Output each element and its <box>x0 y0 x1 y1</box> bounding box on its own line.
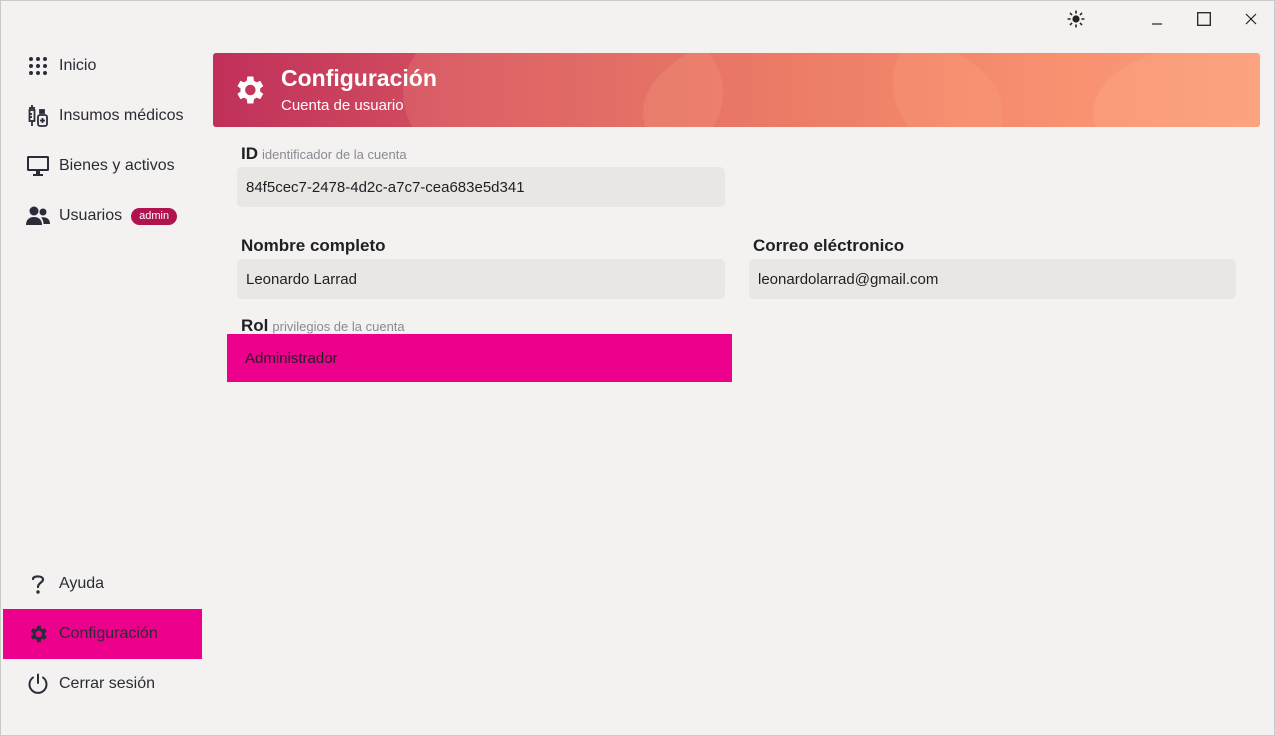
email-field[interactable]: leonardolarrad@gmail.com <box>749 259 1236 299</box>
page-subtitle: Cuenta de usuario <box>281 97 404 114</box>
sidebar-item-label: Ayuda <box>59 575 105 592</box>
medical-supplies-icon <box>25 103 51 129</box>
close-icon <box>1245 13 1257 25</box>
name-field[interactable]: Leonardo Larrad <box>237 259 725 299</box>
sidebar-item-label: Configuración <box>59 625 158 642</box>
theme-toggle-button[interactable] <box>1059 6 1093 32</box>
id-hint: identificador de la cuenta <box>262 147 407 162</box>
name-label: Nombre completo <box>241 236 386 255</box>
role-select[interactable]: Administrador <box>227 334 732 382</box>
role-hint: privilegios de la cuenta <box>272 319 405 334</box>
sidebar-item-label: Inicio <box>59 57 97 74</box>
gear-icon <box>237 76 264 104</box>
grid-dots-icon <box>25 53 51 79</box>
app-window: Inicio Insumos médicos Bienes y activos … <box>0 0 1275 736</box>
maximize-button[interactable] <box>1187 6 1221 32</box>
sidebar-item-label: Bienes y activos <box>59 157 175 174</box>
power-icon <box>25 671 51 697</box>
page-header-banner: Configuración Cuenta de usuario <box>213 53 1260 127</box>
close-button[interactable] <box>1234 6 1268 32</box>
role-label: Rol privilegios de la cuenta <box>241 316 405 335</box>
sidebar-item-bienes[interactable]: Bienes y activos <box>3 141 202 191</box>
sidebar-item-label: Usuarios <box>59 207 123 224</box>
sidebar-item-label: Insumos médicos <box>59 107 184 124</box>
page-title: Configuración <box>281 65 437 91</box>
minimize-button[interactable] <box>1140 6 1174 32</box>
sidebar-item-label: Cerrar sesión <box>59 675 156 692</box>
monitor-icon <box>25 153 51 179</box>
email-label: Correo eléctronico <box>753 236 905 255</box>
sidebar-item-ayuda[interactable]: Ayuda <box>3 559 202 609</box>
id-field[interactable]: 84f5cec7-2478-4d2c-a7c7-cea683e5d341 <box>237 167 725 207</box>
question-icon <box>25 571 51 597</box>
minimize-icon <box>1152 23 1162 25</box>
id-label: ID identificador de la cuenta <box>241 144 407 163</box>
admin-badge: admin <box>131 207 178 225</box>
sidebar-item-cerrar-sesion[interactable]: Cerrar sesión <box>3 659 202 709</box>
sidebar-item-insumos[interactable]: Insumos médicos <box>3 91 202 141</box>
maximize-icon <box>1197 12 1211 26</box>
sidebar: Inicio Insumos médicos Bienes y activos … <box>3 41 202 735</box>
users-icon <box>25 203 51 229</box>
sidebar-item-usuarios[interactable]: Usuarios admin <box>3 191 202 241</box>
sun-icon <box>1067 10 1085 28</box>
sidebar-item-inicio[interactable]: Inicio <box>3 41 202 91</box>
sidebar-item-configuracion[interactable]: Configuración <box>3 609 202 659</box>
gear-icon <box>25 621 51 647</box>
